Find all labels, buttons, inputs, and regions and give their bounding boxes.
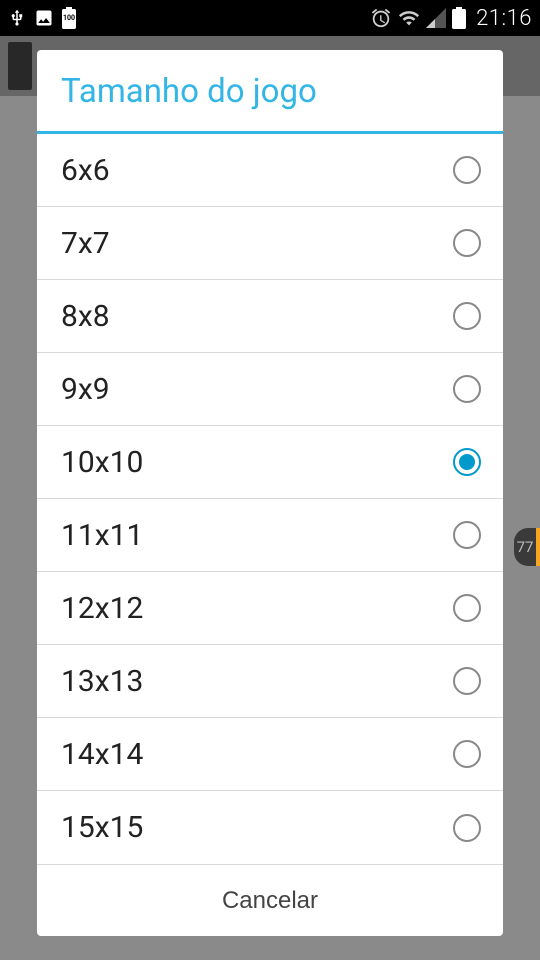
cancel-button[interactable]: Cancelar xyxy=(37,865,503,936)
options-list[interactable]: 6x6 7x7 8x8 9x9 10x10 11x11 12x12 13x13 14x14 15x… xyxy=(37,134,503,864)
radio-icon[interactable] xyxy=(453,740,481,768)
dialog-overlay[interactable]: Tamanho do jogo 6x6 7x7 8x8 9x9 10x10 11x11 12… xyxy=(0,36,540,960)
option-row[interactable]: 14x14 xyxy=(37,718,503,791)
option-row[interactable]: 7x7 xyxy=(37,207,503,280)
usb-icon xyxy=(8,7,26,29)
status-right: 21:16 xyxy=(370,6,532,31)
game-size-dialog: Tamanho do jogo 6x6 7x7 8x8 9x9 10x10 11x11 12… xyxy=(37,50,503,936)
option-row[interactable]: 9x9 xyxy=(37,353,503,426)
option-label: 11x11 xyxy=(61,518,143,553)
option-row[interactable]: 13x13 xyxy=(37,645,503,718)
option-label: 8x8 xyxy=(61,299,110,334)
option-label: 10x10 xyxy=(61,445,143,480)
radio-icon[interactable] xyxy=(453,814,481,842)
option-label: 13x13 xyxy=(61,664,143,699)
option-label: 6x6 xyxy=(61,153,110,188)
radio-icon[interactable] xyxy=(453,521,481,549)
clock-time: 21:16 xyxy=(476,6,532,31)
alarm-icon xyxy=(370,7,392,29)
option-row[interactable]: 10x10 xyxy=(37,426,503,499)
image-icon xyxy=(34,8,54,28)
radio-icon[interactable] xyxy=(453,302,481,330)
radio-icon[interactable] xyxy=(453,156,481,184)
dialog-title: Tamanho do jogo xyxy=(37,50,503,131)
battery-100-icon: 100 xyxy=(62,7,76,29)
option-row[interactable]: 6x6 xyxy=(37,134,503,207)
status-bar: 100 21:16 xyxy=(0,0,540,36)
battery-text: 100 xyxy=(62,14,76,22)
option-label: 14x14 xyxy=(61,737,143,772)
option-label: 7x7 xyxy=(61,226,110,261)
radio-icon[interactable] xyxy=(453,229,481,257)
status-left: 100 xyxy=(8,7,76,29)
battery-icon xyxy=(452,7,466,29)
option-row[interactable]: 12x12 xyxy=(37,572,503,645)
side-indicator[interactable]: 77 xyxy=(514,528,540,566)
option-row[interactable]: 8x8 xyxy=(37,280,503,353)
option-row[interactable]: 15x15 xyxy=(37,791,503,864)
signal-icon xyxy=(426,8,446,28)
radio-icon[interactable] xyxy=(453,448,481,476)
option-row[interactable]: 11x11 xyxy=(37,499,503,572)
radio-icon[interactable] xyxy=(453,375,481,403)
radio-icon[interactable] xyxy=(453,667,481,695)
dialog-footer: Cancelar xyxy=(37,864,503,936)
option-label: 15x15 xyxy=(61,810,143,845)
option-label: 12x12 xyxy=(61,591,143,626)
radio-icon[interactable] xyxy=(453,594,481,622)
wifi-icon xyxy=(398,7,420,29)
option-label: 9x9 xyxy=(61,372,110,407)
